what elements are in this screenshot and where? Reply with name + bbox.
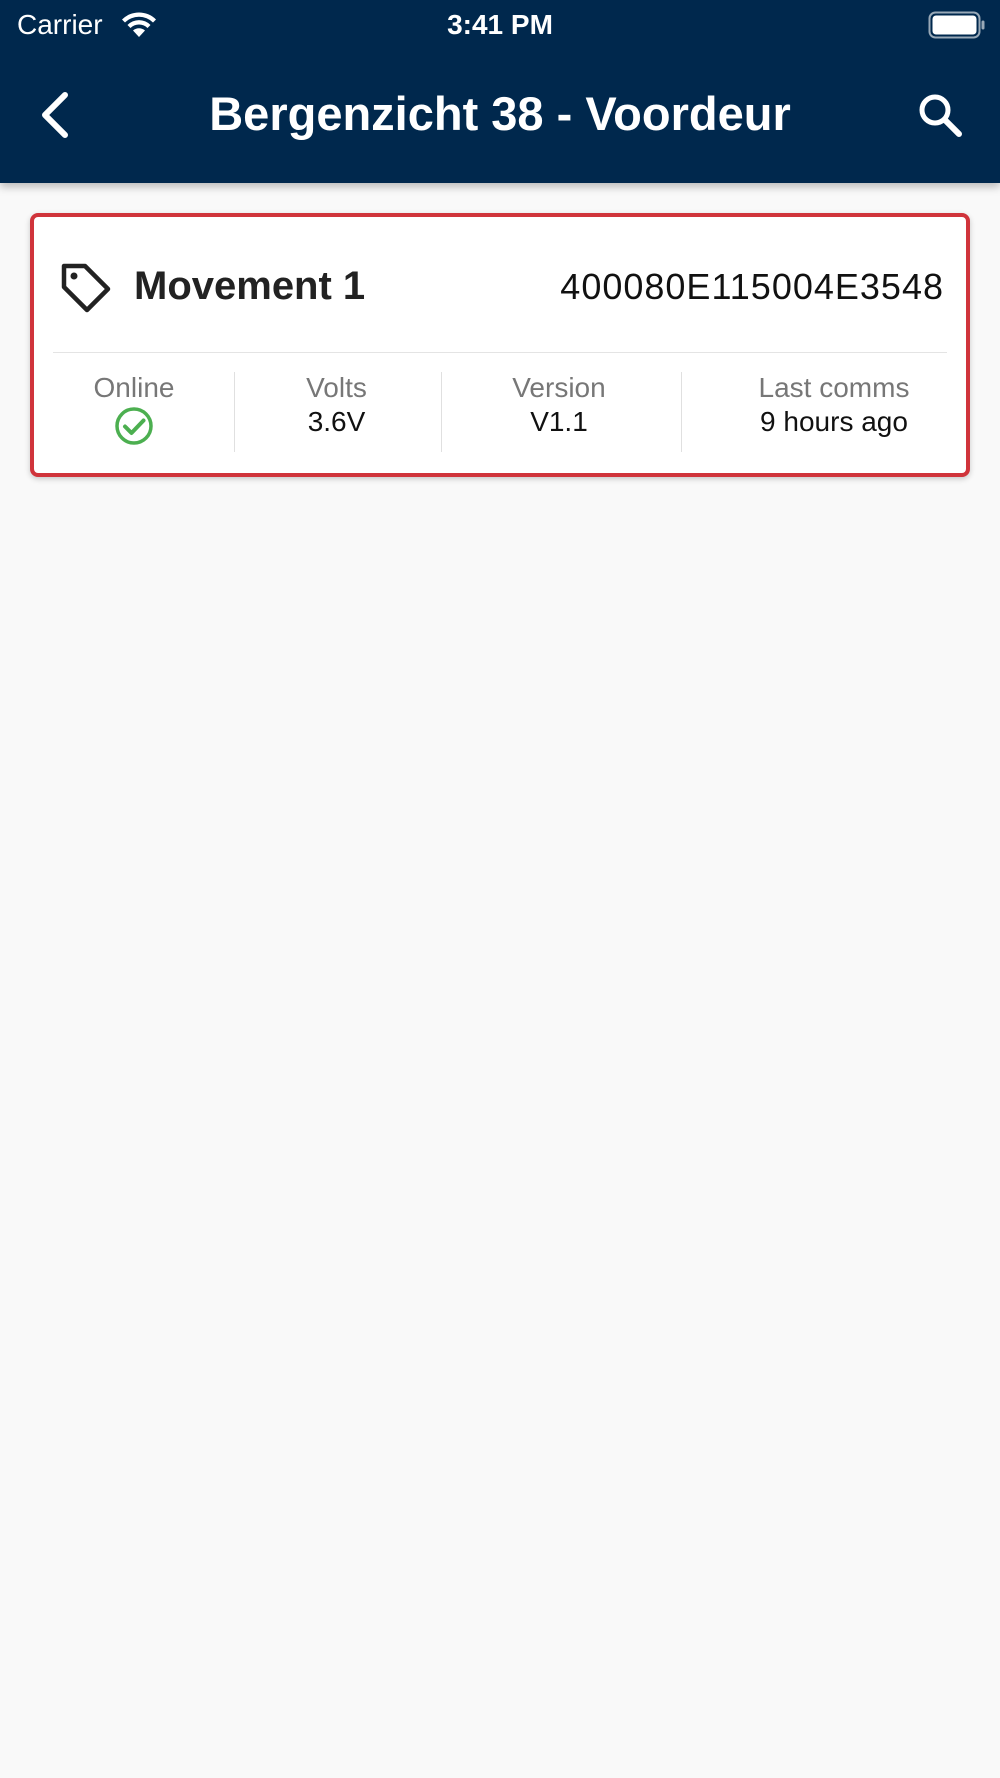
divider	[53, 352, 947, 353]
device-card[interactable]: Movement 1 400080E115004E3548 Online Vol…	[30, 213, 970, 477]
device-name: Movement 1	[134, 264, 366, 308]
app-header: Carrier 3:41 PM Bergenzicht 38 - Voordeu…	[0, 0, 1000, 183]
stat-volts: Volts 3.6V	[254, 372, 419, 452]
stat-value-volts: 3.6V	[307, 406, 366, 437]
stat-separator	[441, 372, 442, 452]
status-time: 3:41 PM	[447, 9, 553, 40]
stat-value-last-comms: 9 hours ago	[760, 406, 908, 437]
stat-separator	[681, 372, 682, 452]
page-title: Bergenzicht 38 - Voordeur	[209, 87, 791, 140]
search-icon	[919, 94, 962, 137]
stat-label-version: Version	[512, 372, 606, 403]
status-bar: Carrier 3:41 PM	[0, 0, 1000, 50]
chevron-left-icon	[42, 92, 68, 138]
search-button[interactable]	[905, 80, 975, 150]
tag-icon	[61, 263, 111, 313]
stat-label-volts: Volts	[306, 372, 367, 403]
stat-value-version: V1.1	[530, 406, 588, 437]
stat-label-last-comms: Last comms	[758, 372, 910, 403]
device-id: 400080E115004E3548	[560, 266, 944, 307]
device-card-header: Movement 1 400080E115004E3548	[34, 217, 966, 352]
stat-online: Online	[54, 372, 214, 452]
nav-bar: Bergenzicht 38 - Voordeur	[0, 60, 1000, 170]
stat-last-comms: Last comms 9 hours ago	[714, 372, 954, 452]
battery-icon	[928, 11, 985, 39]
stat-label-online: Online	[93, 372, 175, 403]
stat-version: Version V1.1	[459, 372, 659, 452]
back-button[interactable]	[20, 80, 90, 150]
check-circle-icon	[115, 407, 153, 445]
stat-separator	[234, 372, 235, 452]
